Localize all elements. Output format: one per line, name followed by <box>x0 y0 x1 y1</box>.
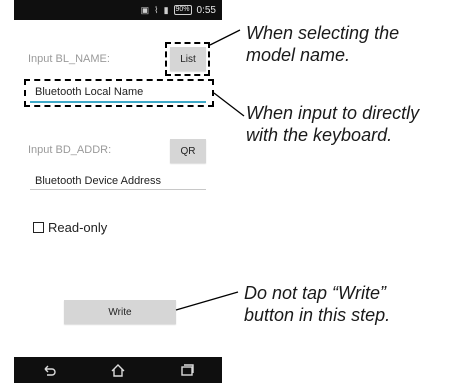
list-annotation: When selecting the model name. <box>246 22 399 66</box>
write-annotation: Do not tap “Write” button in this step. <box>244 282 390 326</box>
input-annotation-line1: When input to directly <box>246 103 420 123</box>
input-callout-line <box>213 92 245 117</box>
write-callout-line <box>175 291 239 311</box>
write-annotation-line1: Do not tap “Write” <box>244 283 387 303</box>
input-annotation: When input to directly with the keyboard… <box>246 102 419 146</box>
input-annotation-line2: with the keyboard. <box>246 125 393 145</box>
list-annotation-line1: When selecting the <box>246 23 400 43</box>
list-annotation-line2: model name. <box>246 45 351 65</box>
list-callout-line <box>209 29 241 46</box>
write-annotation-line2: button in this step. <box>244 305 391 325</box>
